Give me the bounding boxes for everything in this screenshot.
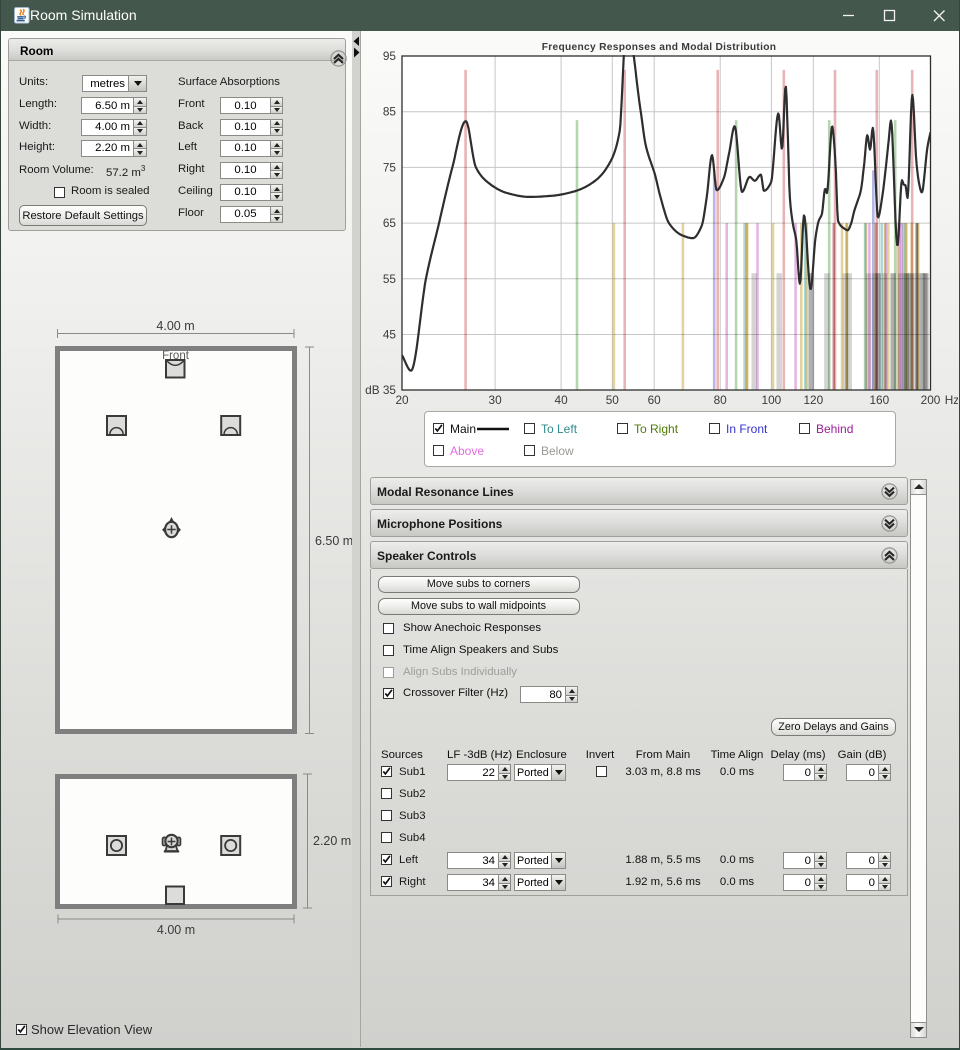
svg-text:85: 85 [383, 105, 397, 119]
svg-text:dB 35: dB 35 [365, 383, 396, 397]
svg-text:4.00 m: 4.00 m [157, 923, 195, 937]
svg-text:100: 100 [762, 393, 782, 407]
svg-text:80: 80 [714, 393, 728, 407]
svg-text:20: 20 [395, 393, 409, 407]
svg-text:65: 65 [383, 216, 397, 230]
svg-text:Hz: Hz [945, 393, 958, 407]
svg-text:30: 30 [489, 393, 503, 407]
svg-text:50: 50 [606, 393, 620, 407]
svg-text:200: 200 [921, 393, 941, 407]
svg-text:2.20 m: 2.20 m [313, 834, 351, 848]
svg-text:45: 45 [383, 328, 397, 342]
svg-text:40: 40 [555, 393, 569, 407]
svg-text:95: 95 [383, 49, 397, 63]
svg-text:120: 120 [803, 393, 823, 407]
svg-text:55: 55 [383, 272, 397, 286]
svg-text:Frequency Responses and Modal: Frequency Responses and Modal Distributi… [542, 42, 777, 53]
svg-text:6.50 m: 6.50 m [315, 534, 352, 548]
svg-text:60: 60 [648, 393, 662, 407]
svg-text:160: 160 [869, 393, 889, 407]
svg-text:4.00 m: 4.00 m [156, 319, 194, 333]
svg-text:75: 75 [383, 160, 397, 174]
